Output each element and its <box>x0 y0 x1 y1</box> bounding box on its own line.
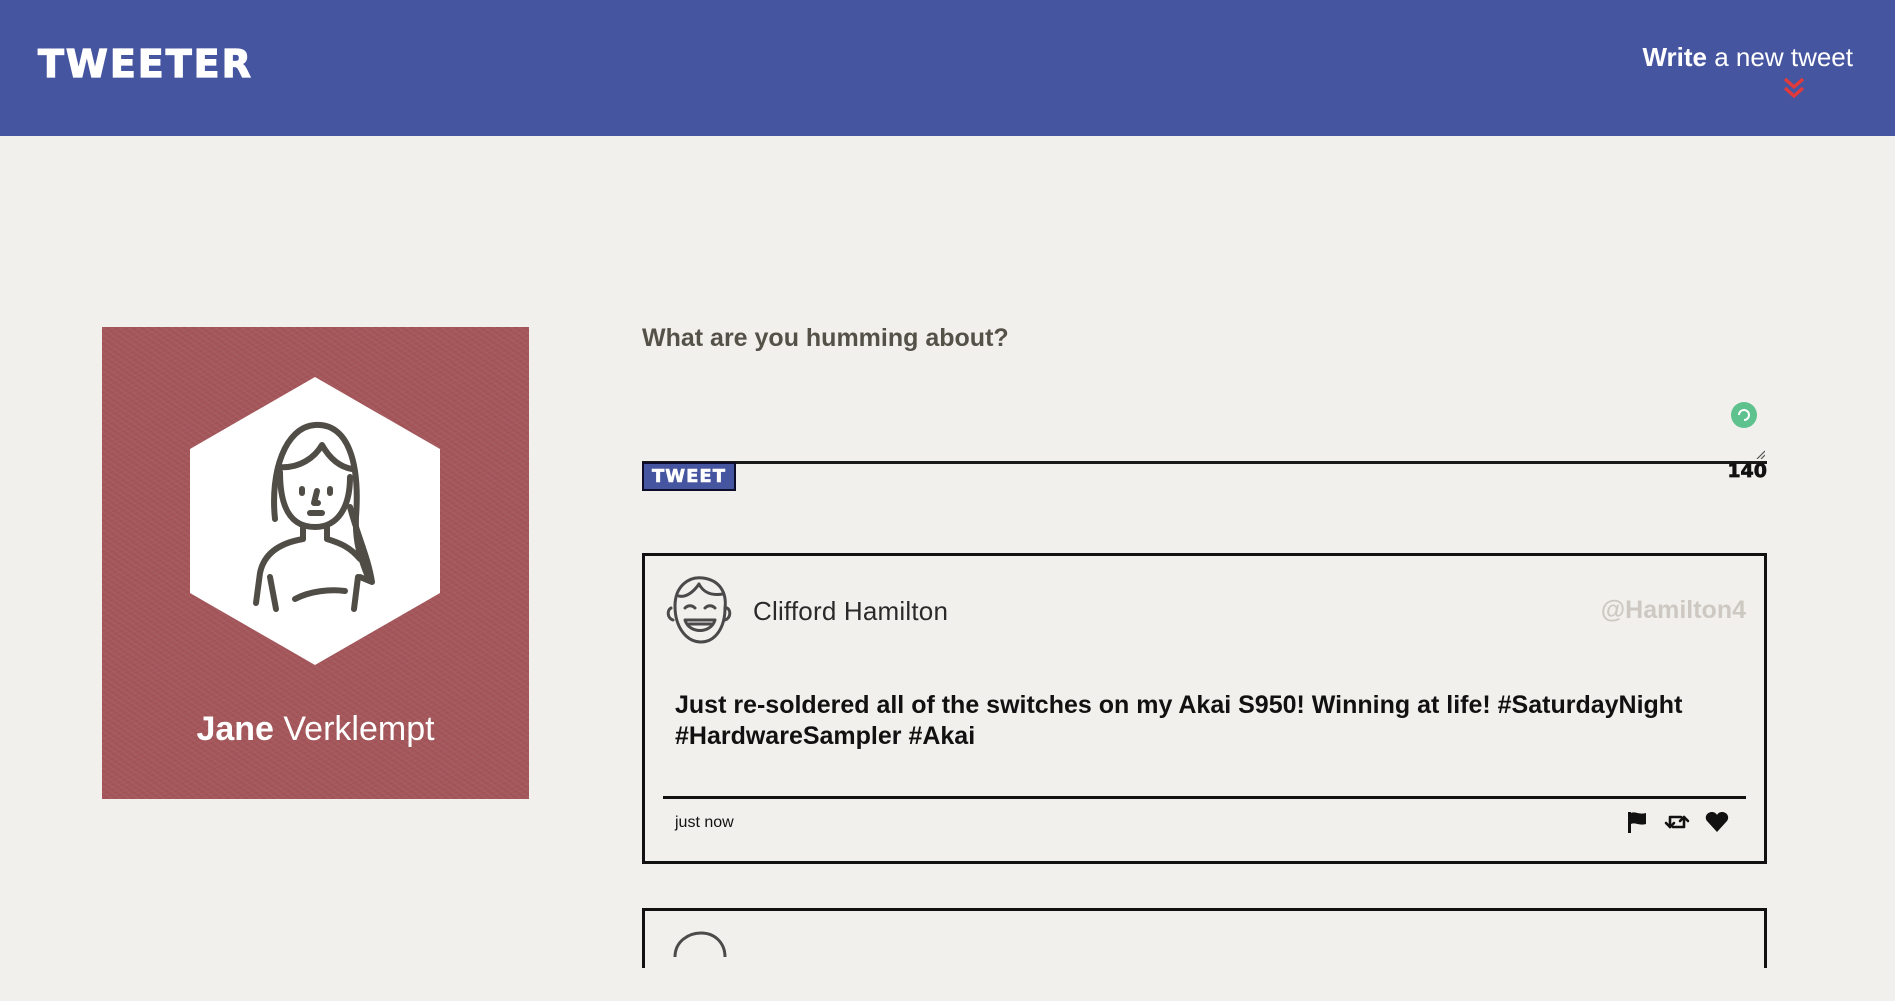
tweet-submit-button[interactable]: TWEET <box>642 462 737 491</box>
retweet-icon[interactable] <box>1664 809 1690 835</box>
heart-icon[interactable] <box>1704 809 1730 835</box>
tweet-author-name: Clifford Hamilton <box>753 596 949 626</box>
tweet-timestamp: just now <box>675 814 734 831</box>
write-new-tweet-toggle[interactable]: Write a new tweet <box>1593 42 1853 73</box>
double-chevron-down-icon[interactable] <box>1782 76 1806 100</box>
tweet-text-area-wrapper <box>642 372 1767 464</box>
brand-logo[interactable]: TWEETER <box>37 41 253 86</box>
profile-last-name: Verklempt <box>273 710 435 748</box>
flag-icon[interactable] <box>1624 809 1650 835</box>
new-tweet-section: What are you humming about? TWEET 140 <box>642 320 1767 491</box>
tweet-divider <box>663 796 1746 799</box>
character-counter: 140 <box>1727 460 1767 483</box>
compose-label: What are you humming about? <box>642 324 1009 352</box>
tweet-text-input[interactable] <box>642 372 1767 461</box>
grammar-assistant-icon[interactable] <box>1731 402 1757 428</box>
tweet-card-partial <box>642 908 1767 968</box>
tweet-card: Clifford Hamilton @Hamilton4 Just re-sol… <box>642 553 1767 864</box>
tweet-actions <box>1624 809 1730 835</box>
user-profile-card: Jane Verklempt <box>102 327 529 799</box>
compose-toggle-light: a new tweet <box>1707 42 1853 72</box>
tweet-text: Just re-soldered all of the switches on … <box>675 691 1683 750</box>
tweet-author-handle: @Hamilton4 <box>1600 596 1746 624</box>
resize-grip-icon[interactable] <box>1755 449 1765 459</box>
avatar-icon <box>673 931 727 958</box>
compose-toggle-strong: Write <box>1642 42 1708 72</box>
woman-avatar-icon <box>190 377 440 665</box>
profile-name: Jane Verklempt <box>102 710 529 749</box>
profile-first-name: Jane <box>196 710 274 748</box>
laughing-man-avatar-icon <box>666 576 732 644</box>
top-nav: TWEETER Write a new tweet <box>0 0 1895 136</box>
